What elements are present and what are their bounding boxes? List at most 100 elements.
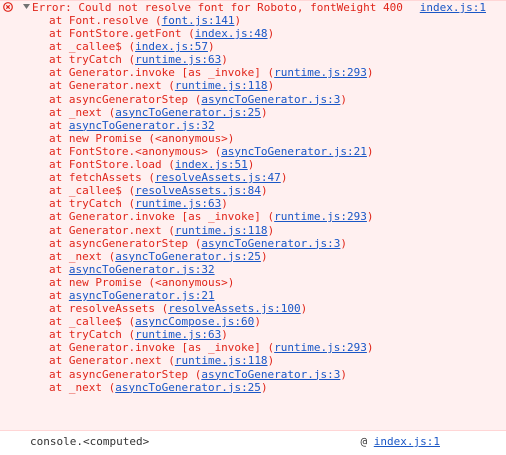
frame-source-link[interactable]: asyncToGenerator.js:3: [201, 93, 340, 106]
frame-source-link[interactable]: runtime.js:63: [135, 53, 221, 66]
frame-source-link[interactable]: asyncToGenerator.js:25: [115, 106, 261, 119]
frame-text: at: [49, 118, 69, 132]
frame-source-link[interactable]: index.js:48: [195, 27, 268, 40]
stack-frame: at Generator.invoke [as _invoke] (runtim…: [49, 210, 374, 223]
frame-text-suffix: ): [340, 236, 348, 250]
frame-text: at FontStore.<anonymous> (: [49, 144, 222, 158]
frame-text: at asyncGeneratorStep (: [49, 92, 202, 106]
frame-text-suffix: ): [221, 197, 228, 211]
frame-text-suffix: ): [260, 249, 268, 263]
frame-text-suffix: ): [366, 144, 374, 158]
frame-source-link[interactable]: asyncToGenerator.js:25: [115, 250, 261, 263]
frame-text-suffix: ): [366, 210, 374, 224]
frame-source-link[interactable]: font.js:141: [162, 14, 235, 27]
frame-text: at tryCatch (: [49, 328, 136, 342]
frame-text-suffix: ): [267, 223, 275, 237]
frame-text: at asyncGeneratorStep (: [49, 236, 202, 250]
frame-text-suffix: ): [260, 380, 268, 394]
error-header[interactable]: Error: Could not resolve font for Roboto…: [0, 1, 506, 14]
frame-text-suffix: ): [221, 53, 228, 67]
stack-frame: at asyncToGenerator.js:32: [49, 119, 374, 132]
frame-text-suffix: ): [260, 105, 268, 119]
frame-text: at _next (: [49, 249, 116, 263]
frame-text: at: [49, 262, 69, 276]
stack-frame: at FontStore.load (index.js:51): [49, 158, 374, 171]
frame-source-link[interactable]: asyncToGenerator.js:3: [201, 237, 340, 250]
frame-text-suffix: ): [280, 171, 288, 185]
stack-frame: at new Promise (<anonymous>): [49, 276, 374, 289]
frame-text-suffix: ): [260, 184, 268, 198]
frame-text: at FontStore.getFont (: [49, 27, 195, 41]
stack-frame: at _callee$ (asyncCompose.js:60): [49, 315, 374, 328]
frame-text: at fetchAssets (: [49, 171, 155, 185]
frame-text: at Generator.next (: [49, 354, 175, 368]
frame-source-link[interactable]: runtime.js:118: [175, 354, 268, 367]
footer-source-link[interactable]: index.js:1: [374, 435, 440, 448]
frame-source-link[interactable]: index.js:57: [135, 40, 208, 53]
frame-source-link[interactable]: runtime.js:118: [175, 224, 268, 237]
frame-text-suffix: ): [207, 40, 215, 54]
frame-source-link[interactable]: resolveAssets.js:47: [155, 171, 281, 184]
frame-source-link[interactable]: runtime.js:118: [175, 79, 268, 92]
frame-text-suffix: ): [221, 328, 228, 342]
stack-frame: at asyncToGenerator.js:32: [49, 263, 374, 276]
triangle-down-icon[interactable]: [22, 2, 31, 11]
stack-frame: at asyncToGenerator.js:21: [49, 289, 374, 302]
frame-text: at: [49, 288, 69, 302]
frame-text: at tryCatch (: [49, 197, 136, 211]
stack-frame: at asyncGeneratorStep (asyncToGenerator.…: [49, 237, 374, 250]
frame-source-link[interactable]: resolveAssets.js:84: [135, 184, 261, 197]
frame-text: at asyncGeneratorStep (: [49, 367, 202, 381]
frame-text: at _next (: [49, 105, 116, 119]
frame-text: at new Promise (<anonymous>): [49, 131, 235, 145]
error-message-text: Error: Could not resolve font for Roboto…: [32, 1, 403, 14]
stack-trace: at Font.resolve (font.js:141) at FontStor…: [49, 14, 374, 394]
stack-frame: at _callee$ (index.js:57): [49, 40, 374, 53]
frame-text: at tryCatch (: [49, 53, 136, 67]
frame-text: at Generator.next (: [49, 79, 175, 93]
frame-source-link[interactable]: asyncToGenerator.js:25: [115, 381, 261, 394]
frame-source-link[interactable]: asyncToGenerator.js:3: [201, 368, 340, 381]
frame-text: at Generator.invoke [as _invoke] (: [49, 210, 275, 224]
call-context-text: console.<computed>: [30, 435, 150, 448]
frame-text: at Generator.invoke [as _invoke] (: [49, 66, 275, 80]
footer-source: @ index.js:1: [361, 435, 440, 448]
frame-source-link[interactable]: asyncCompose.js:60: [135, 315, 254, 328]
stack-frame: at new Promise (<anonymous>): [49, 132, 374, 145]
frame-text-suffix: ): [267, 354, 275, 368]
frame-text-suffix: ): [267, 27, 275, 41]
stack-frame: at resolveAssets (resolveAssets.js:100): [49, 302, 374, 315]
stack-frame: at _next (asyncToGenerator.js:25): [49, 381, 374, 394]
frame-source-link[interactable]: resolveAssets.js:100: [168, 302, 300, 315]
stack-frame: at Generator.invoke [as _invoke] (runtim…: [49, 341, 374, 354]
stack-frame: at tryCatch (runtime.js:63): [49, 328, 374, 341]
frame-text: at Generator.next (: [49, 223, 175, 237]
error-source-link[interactable]: index.js:1: [420, 1, 486, 14]
frame-source-link[interactable]: asyncToGenerator.js:21: [69, 289, 215, 302]
frame-source-link[interactable]: index.js:51: [175, 158, 248, 171]
frame-text-suffix: ): [366, 66, 374, 80]
frame-source-link[interactable]: runtime.js:63: [135, 328, 221, 341]
frame-source-link[interactable]: asyncToGenerator.js:32: [69, 119, 215, 132]
frame-source-link[interactable]: runtime.js:293: [274, 66, 367, 79]
frame-text: at FontStore.load (: [49, 158, 175, 172]
frame-text: at _callee$ (: [49, 315, 136, 329]
frame-text: at new Promise (<anonymous>): [49, 275, 235, 289]
frame-text: at _next (: [49, 380, 116, 394]
stack-frame: at Generator.next (runtime.js:118): [49, 224, 374, 237]
frame-text-suffix: ): [366, 341, 374, 355]
frame-source-link[interactable]: asyncToGenerator.js:21: [221, 145, 367, 158]
frame-text-suffix: ): [234, 14, 242, 27]
frame-source-link[interactable]: runtime.js:293: [274, 341, 367, 354]
frame-text-suffix: ): [340, 92, 348, 106]
frame-source-link[interactable]: asyncToGenerator.js:32: [69, 263, 215, 276]
console-footer-row: console.<computed> @ index.js:1: [0, 432, 506, 455]
stack-frame: at _callee$ (resolveAssets.js:84): [49, 184, 374, 197]
stack-frame: at FontStore.getFont (index.js:48): [49, 27, 374, 40]
frame-text: at _callee$ (: [49, 40, 136, 54]
stack-frame: at asyncGeneratorStep (asyncToGenerator.…: [49, 368, 374, 381]
frame-text: at resolveAssets (: [49, 302, 169, 316]
frame-source-link[interactable]: runtime.js:293: [274, 210, 367, 223]
frame-source-link[interactable]: runtime.js:63: [135, 197, 221, 210]
stack-frame: at _next (asyncToGenerator.js:25): [49, 250, 374, 263]
